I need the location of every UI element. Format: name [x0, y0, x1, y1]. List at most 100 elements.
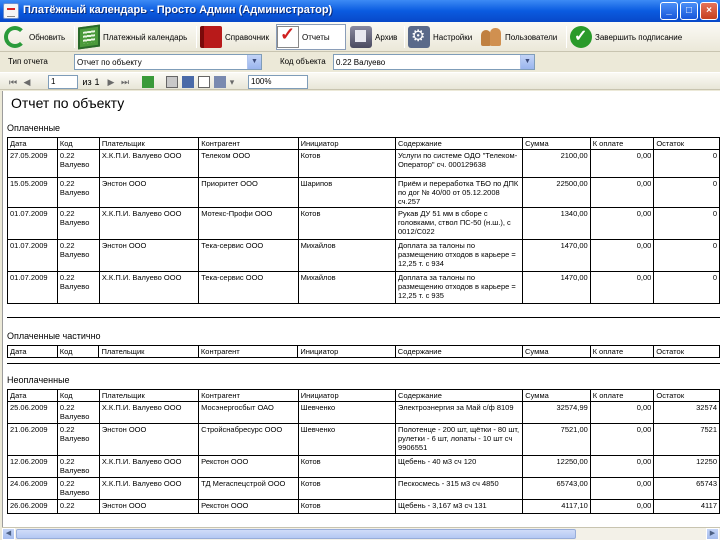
table-cell: Х.К.П.И. Валуево ООО: [98, 149, 200, 178]
copy-icon[interactable]: [198, 76, 210, 88]
window-title: Платёжный календарь - Просто Админ (Адми…: [23, 4, 333, 16]
export-icon[interactable]: [142, 76, 154, 88]
finish-signing-label: Завершить подписание: [595, 32, 683, 42]
column-header: Плательщик: [98, 345, 199, 358]
finish-signing-button[interactable]: Завершить подписание: [570, 24, 682, 50]
table-cell: Х.К.П.И. Валуево ООО: [98, 477, 200, 500]
report-type-select[interactable]: Отчет по объекту ▼: [74, 54, 262, 70]
table-cell: 1340,00: [522, 207, 591, 240]
table-cell: Услуги по системе ОДО "Телеком-Оператор"…: [394, 149, 524, 178]
table-cell: 0: [653, 177, 720, 208]
maximize-button[interactable]: □: [680, 2, 698, 20]
toolbar-separator: [74, 26, 75, 48]
report-type-value: Отчет по объекту: [77, 58, 142, 67]
table-cell: Шевченко: [297, 401, 397, 424]
refresh-icon: [4, 26, 26, 48]
table-cell: Котов: [297, 455, 397, 478]
page-of-label: из: [82, 77, 92, 87]
settings-button[interactable]: Настройки: [408, 24, 472, 50]
payment-calendar-label: Платежный календарь: [103, 32, 188, 42]
table-cell: 1470,00: [522, 239, 591, 272]
table-cell: 0: [653, 207, 720, 240]
table-row[interactable]: 01.07.2009 0.22 Валуево Х.К.П.И. Валуево О…: [7, 271, 720, 304]
table-cell: Рекстон ООО: [198, 455, 299, 478]
table-cell: 2100,00: [522, 149, 591, 178]
table-cell: Шарипов: [297, 177, 396, 208]
table-cell: 65743,00: [522, 477, 591, 500]
layout-icon[interactable]: [214, 76, 226, 88]
finish-icon: [570, 26, 592, 48]
column-header: Дата: [7, 137, 58, 150]
last-page-icon[interactable]: ⏭: [120, 75, 130, 89]
archive-icon: [350, 26, 372, 48]
scroll-thumb[interactable]: [16, 529, 576, 539]
object-code-value: 0.22 Валуево: [336, 58, 386, 67]
page-number-input[interactable]: 1: [48, 75, 78, 89]
unpaid-table: Дата Код Плательщик Контрагент Инициатор Соде…: [7, 389, 720, 514]
table-cell: Щебень - 3,167 м3 сч 131: [395, 499, 524, 514]
reference-label: Справочник: [225, 32, 269, 42]
table-row[interactable]: 01.07.2009 0.22 Валуево Энстон ООО Тека-сер…: [7, 239, 720, 272]
table-row[interactable]: 27.05.2009 0.22 Валуево Х.К.П.И. Валуево О…: [7, 149, 720, 178]
chevron-down-icon[interactable]: ▼: [520, 55, 534, 69]
minimize-button[interactable]: _: [660, 2, 678, 20]
table-cell: Х.К.П.И. Валуево ООО: [98, 455, 200, 478]
print-icon[interactable]: [166, 76, 178, 88]
first-page-icon[interactable]: ⏮: [8, 75, 18, 89]
column-header: Инициатор: [297, 137, 396, 150]
reference-button[interactable]: Справочник: [200, 24, 269, 50]
table-cell: Электроэнергия за Май с/ф 8109: [395, 401, 524, 424]
scroll-right-icon[interactable]: ▶: [706, 528, 719, 540]
object-code-select[interactable]: 0.22 Валуево ▼: [333, 54, 535, 70]
title-bar[interactable]: Платёжный календарь - Просто Админ (Адми…: [0, 0, 720, 22]
table-cell: 1470,00: [522, 271, 591, 304]
archive-label: Архив: [375, 32, 398, 42]
table-cell: 0,00: [589, 207, 655, 240]
table-cell: Рукав ДУ 51 мм в сборе с головками, ство…: [394, 207, 524, 240]
refresh-button[interactable]: Обновить: [4, 24, 65, 50]
table-row[interactable]: 26.06.2009 0.22 Энстон ООО Рекстон ООО Котов…: [7, 499, 720, 514]
prev-page-icon[interactable]: ◀: [22, 75, 32, 89]
table-cell: 0,00: [589, 177, 655, 208]
reports-button[interactable]: Отчеты: [276, 24, 346, 50]
horizontal-scrollbar[interactable]: ◀ ▶: [2, 527, 720, 540]
table-row[interactable]: 12.06.2009 0.22 Валуево Х.К.П.И. Валуево О…: [7, 455, 720, 478]
table-cell: 27.05.2009: [7, 149, 58, 178]
page-total-label: 1: [94, 77, 100, 87]
scroll-left-icon[interactable]: ◀: [2, 528, 15, 540]
table-cell: Доплата за талоны по размещению отходов …: [394, 271, 524, 304]
zoom-select[interactable]: 100%: [248, 75, 308, 89]
table-row[interactable]: 01.07.2009 0.22 Валуево Х.К.П.И. Валуево О…: [7, 207, 720, 240]
table-row[interactable]: 21.06.2009 0.22 Валуево Энстон ООО Стройсна…: [7, 423, 720, 456]
next-page-icon[interactable]: ▶: [106, 75, 116, 89]
table-cell: 0.22 Валуево: [56, 423, 100, 456]
table-cell: 0: [653, 149, 720, 178]
settings-label: Настройки: [433, 32, 473, 42]
table-cell: Стройснабресурс ООО: [198, 423, 299, 456]
partial-table: Дата Код Плательщик Контрагент Инициатор Соде…: [7, 345, 720, 358]
save-icon[interactable]: [182, 76, 194, 88]
table-cell: 7521,00: [522, 423, 591, 456]
close-button[interactable]: ×: [700, 2, 718, 20]
table-cell: Пескосмесь - 315 м3 сч 4850: [395, 477, 524, 500]
table-cell: 0,00: [589, 477, 655, 500]
table-cell: 22500,00: [522, 177, 591, 208]
table-cell: 0.22 Валуево: [56, 401, 100, 424]
table-row[interactable]: 15.05.2009 0.22 Валуево Энстон ООО Приорите…: [7, 177, 720, 208]
app-window: Платёжный календарь - Просто Админ (Адми…: [0, 0, 720, 540]
table-header-row: Дата Код Плательщик Контрагент Инициатор Соде…: [7, 389, 720, 402]
chevron-down-icon[interactable]: ▾: [228, 75, 236, 89]
table-cell: Энстон ООО: [98, 239, 200, 272]
chevron-down-icon[interactable]: ▼: [247, 55, 261, 69]
table-row[interactable]: 25.06.2009 0.22 Валуево Х.К.П.И. Валуево О…: [7, 401, 720, 424]
table-row[interactable]: 24.06.2009 0.22 Валуево Х.К.П.И. Валуево О…: [7, 477, 720, 500]
column-header: Остаток: [653, 345, 720, 358]
payment-calendar-button[interactable]: Платежный календарь: [78, 24, 187, 50]
users-button[interactable]: Пользователи: [480, 24, 557, 50]
section-title-unpaid: Неоплаченные: [7, 375, 70, 385]
report-view: Отчет по объекту Оплаченные Дата Код Плате…: [2, 91, 720, 527]
table-cell: Михайлов: [297, 239, 396, 272]
column-header: Сумма: [522, 137, 591, 150]
section-title-paid: Оплаченные: [7, 123, 61, 133]
archive-button[interactable]: Архив: [350, 24, 397, 50]
